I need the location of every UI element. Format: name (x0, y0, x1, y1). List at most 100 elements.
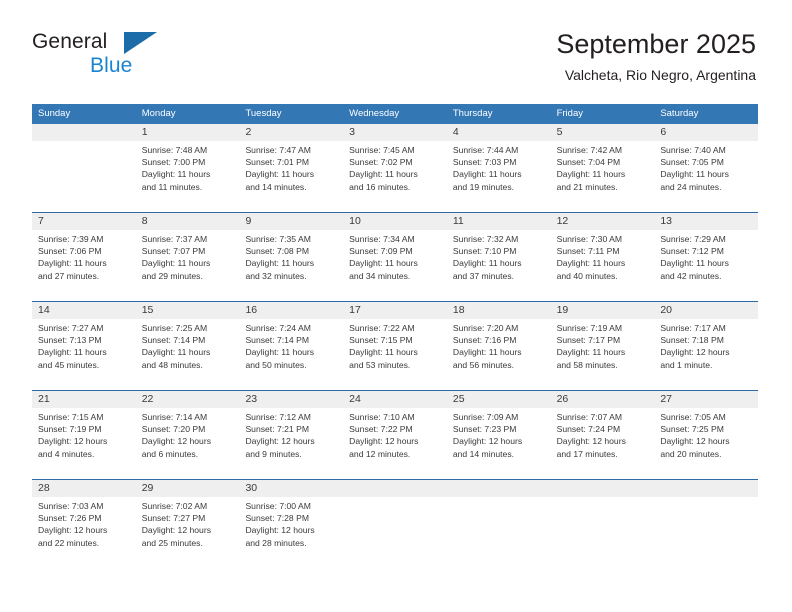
day-number: 29 (141, 482, 154, 494)
daylight-text-2: and 50 minutes. (245, 359, 307, 370)
day-cell[interactable] (343, 497, 447, 568)
sunset-text: Sunset: 7:17 PM (556, 335, 621, 346)
daylight-text-2: and 4 minutes. (38, 448, 95, 459)
sunset-text: Sunset: 7:14 PM (245, 335, 309, 346)
daylight-text-1: Daylight: 12 hours (141, 525, 211, 536)
daylight-text-1: Daylight: 11 hours (245, 347, 315, 358)
daylight-text-1: Daylight: 11 hours (141, 258, 211, 269)
day-cell[interactable]: Sunrise: 7:40 AM Sunset: 7:05 PM Dayligh… (654, 141, 758, 212)
day-cell[interactable]: Sunrise: 7:30 AM Sunset: 7:11 PM Dayligh… (551, 230, 655, 301)
day-cell[interactable]: Sunrise: 7:09 AM Sunset: 7:23 PM Dayligh… (447, 408, 551, 479)
sunrise-text: Sunrise: 7:45 AM (349, 145, 415, 155)
daylight-text-2: and 58 minutes. (556, 359, 618, 370)
daylight-text-1: Daylight: 12 hours (660, 436, 730, 447)
title-block: September 2025 Valcheta, Rio Negro, Arge… (556, 28, 756, 85)
day-cell[interactable]: Sunrise: 7:14 AM Sunset: 7:20 PM Dayligh… (136, 408, 240, 479)
day-cell[interactable]: Sunrise: 7:45 AM Sunset: 7:02 PM Dayligh… (343, 141, 447, 212)
day-cell[interactable]: Sunrise: 7:03 AM Sunset: 7:26 PM Dayligh… (32, 497, 136, 568)
day-cell[interactable]: Sunrise: 7:29 AM Sunset: 7:12 PM Dayligh… (654, 230, 758, 301)
day-cell[interactable]: Sunrise: 7:07 AM Sunset: 7:24 PM Dayligh… (551, 408, 655, 479)
sunset-text: Sunset: 7:05 PM (660, 157, 724, 168)
day-cell[interactable]: Sunrise: 7:19 AM Sunset: 7:17 PM Dayligh… (551, 319, 655, 390)
day-cell[interactable]: Sunrise: 7:32 AM Sunset: 7:10 PM Dayligh… (447, 230, 551, 301)
sunrise-text: Sunrise: 7:05 AM (660, 412, 726, 422)
day-detail-row: Sunrise: 7:27 AM Sunset: 7:13 PM Dayligh… (32, 319, 758, 390)
daylight-text-1: Daylight: 12 hours (245, 525, 315, 536)
day-number-band: 7 8 9 10 11 12 13 (32, 213, 758, 230)
sunrise-text: Sunrise: 7:17 AM (660, 323, 726, 333)
sunset-text: Sunset: 7:00 PM (141, 157, 206, 168)
day-number-band: 14 15 16 17 18 19 20 (32, 302, 758, 319)
day-detail-row: Sunrise: 7:48 AM Sunset: 7:00 PM Dayligh… (32, 141, 758, 212)
daylight-text-2: and 56 minutes. (452, 359, 515, 370)
day-cell[interactable]: Sunrise: 7:15 AM Sunset: 7:19 PM Dayligh… (32, 408, 136, 479)
day-cell[interactable]: Sunrise: 7:44 AM Sunset: 7:03 PM Dayligh… (447, 141, 551, 212)
weekday-wednesday: Wednesday (349, 108, 400, 119)
day-cell[interactable]: Sunrise: 7:42 AM Sunset: 7:04 PM Dayligh… (551, 141, 655, 212)
day-cell[interactable]: Sunrise: 7:17 AM Sunset: 7:18 PM Dayligh… (654, 319, 758, 390)
daylight-text-2: and 16 minutes. (349, 181, 411, 192)
day-cell[interactable]: Sunrise: 7:47 AM Sunset: 7:01 PM Dayligh… (239, 141, 343, 212)
daylight-text-1: Daylight: 11 hours (452, 347, 522, 358)
day-cell[interactable]: Sunrise: 7:39 AM Sunset: 7:06 PM Dayligh… (32, 230, 136, 301)
day-cell[interactable] (447, 497, 551, 568)
day-cell[interactable]: Sunrise: 7:24 AM Sunset: 7:14 PM Dayligh… (239, 319, 343, 390)
daylight-text-2: and 32 minutes. (245, 270, 307, 281)
day-cell[interactable] (654, 497, 758, 568)
day-number: 1 (141, 126, 148, 138)
daylight-text-2: and 27 minutes. (38, 270, 100, 281)
sunrise-text: Sunrise: 7:34 AM (349, 234, 415, 244)
weekday-sunday: Sunday (38, 108, 71, 119)
day-cell[interactable] (551, 497, 655, 568)
daylight-text-2: and 12 minutes. (349, 448, 411, 459)
weekday-tuesday: Tuesday (245, 108, 282, 119)
day-number (654, 480, 758, 497)
sunset-text: Sunset: 7:11 PM (556, 246, 620, 257)
day-number: 5 (556, 126, 563, 138)
general-blue-logo[interactable]: General Blue (32, 30, 272, 82)
day-cell[interactable]: Sunrise: 7:22 AM Sunset: 7:15 PM Dayligh… (343, 319, 447, 390)
daylight-text-1: Daylight: 12 hours (660, 347, 730, 358)
daylight-text-2: and 14 minutes. (245, 181, 307, 192)
sunset-text: Sunset: 7:14 PM (141, 335, 206, 346)
sunrise-text: Sunrise: 7:39 AM (38, 234, 104, 244)
daylight-text-2: and 22 minutes. (38, 537, 100, 548)
day-cell[interactable]: Sunrise: 7:12 AM Sunset: 7:21 PM Dayligh… (239, 408, 343, 479)
day-cell[interactable]: Sunrise: 7:34 AM Sunset: 7:09 PM Dayligh… (343, 230, 447, 301)
day-cell[interactable]: Sunrise: 7:35 AM Sunset: 7:08 PM Dayligh… (239, 230, 343, 301)
daylight-text-2: and 25 minutes. (141, 537, 203, 548)
day-number: 12 (556, 215, 569, 227)
daylight-text-1: Daylight: 12 hours (245, 436, 315, 447)
daylight-text-2: and 20 minutes. (660, 448, 722, 459)
day-number: 25 (452, 393, 465, 405)
daylight-text-2: and 29 minutes. (141, 270, 203, 281)
day-number: 16 (245, 304, 258, 316)
day-number: 24 (349, 393, 361, 405)
day-cell[interactable]: Sunrise: 7:37 AM Sunset: 7:07 PM Dayligh… (136, 230, 240, 301)
day-detail-row: Sunrise: 7:39 AM Sunset: 7:06 PM Dayligh… (32, 230, 758, 301)
sunrise-text: Sunrise: 7:30 AM (556, 234, 623, 244)
day-number: 3 (349, 126, 355, 138)
weekday-monday: Monday (141, 108, 176, 119)
day-number: 14 (38, 304, 50, 316)
day-cell[interactable]: Sunrise: 7:27 AM Sunset: 7:13 PM Dayligh… (32, 319, 136, 390)
daylight-text-2: and 37 minutes. (452, 270, 515, 281)
sunset-text: Sunset: 7:08 PM (245, 246, 309, 257)
day-cell[interactable]: Sunrise: 7:25 AM Sunset: 7:14 PM Dayligh… (136, 319, 240, 390)
day-cell[interactable]: Sunrise: 7:10 AM Sunset: 7:22 PM Dayligh… (343, 408, 447, 479)
day-number-band: 21 22 23 24 25 26 27 (32, 391, 758, 408)
day-cell[interactable]: Sunrise: 7:05 AM Sunset: 7:25 PM Dayligh… (654, 408, 758, 479)
daylight-text-1: Daylight: 11 hours (452, 258, 522, 269)
sunrise-text: Sunrise: 7:42 AM (556, 145, 623, 155)
day-cell[interactable]: Sunrise: 7:00 AM Sunset: 7:28 PM Dayligh… (239, 497, 343, 568)
sunrise-text: Sunrise: 7:10 AM (349, 412, 415, 422)
day-number: 26 (556, 393, 569, 405)
day-cell[interactable] (32, 141, 136, 212)
day-cell[interactable]: Sunrise: 7:48 AM Sunset: 7:00 PM Dayligh… (136, 141, 240, 212)
day-cell[interactable]: Sunrise: 7:02 AM Sunset: 7:27 PM Dayligh… (136, 497, 240, 568)
sunrise-text: Sunrise: 7:00 AM (245, 501, 311, 511)
day-number: 28 (38, 482, 50, 494)
sunset-text: Sunset: 7:12 PM (660, 246, 724, 257)
day-cell[interactable]: Sunrise: 7:20 AM Sunset: 7:16 PM Dayligh… (447, 319, 551, 390)
sunset-text: Sunset: 7:07 PM (141, 246, 206, 257)
